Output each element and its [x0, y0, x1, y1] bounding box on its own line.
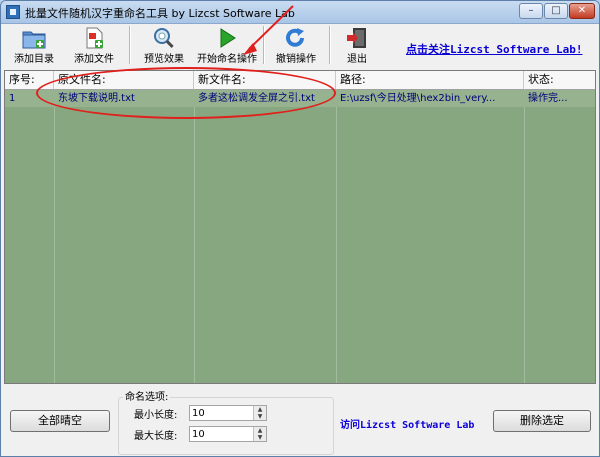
bottom-panel: 全部晴空 命名选项: 最小长度: ▲ ▼ 最大长度: ▲ ▼ 访问Lizcst … [1, 384, 599, 456]
cell-path: E:\uzsf\今日处理\hex2bin_very... [340, 93, 496, 104]
min-length-input[interactable] [192, 406, 252, 420]
delete-selected-button[interactable]: 删除选定 [493, 410, 591, 432]
annotation-highlight-oval [36, 67, 336, 119]
column-header-path[interactable]: 路径: [336, 71, 524, 89]
max-length-label: 最大长度: [134, 431, 178, 442]
naming-options-title: 命名选项: [123, 388, 171, 403]
grid-divider [524, 89, 525, 383]
max-length-stepper[interactable]: ▲ ▼ [189, 426, 267, 442]
spin-up-icon[interactable]: ▲ [253, 427, 266, 434]
min-length-stepper[interactable]: ▲ ▼ [189, 405, 267, 421]
min-length-label: 最小长度: [134, 410, 178, 421]
follow-lab-link[interactable]: 点击关注Lizcst Software Lab! [406, 41, 582, 57]
max-length-input[interactable] [192, 427, 252, 441]
spin-down-icon[interactable]: ▼ [253, 413, 266, 420]
close-button[interactable]: ✕ [569, 3, 595, 19]
visit-lab-link[interactable]: 访问Lizcst Software Lab [340, 416, 474, 431]
spin-up-icon[interactable]: ▲ [253, 406, 266, 413]
clear-all-button[interactable]: 全部晴空 [10, 410, 110, 432]
grid-divider [194, 89, 195, 383]
minimize-button[interactable]: – [519, 3, 543, 19]
cell-status: 操作完... [528, 93, 568, 104]
file-list-grid[interactable]: 序号: 原文件名: 新文件名: 路径: 状态: 1 东坡下载说明.txt 多者这… [4, 70, 596, 384]
annotation-arrow [243, 5, 294, 55]
maximize-button[interactable]: □ [544, 3, 568, 19]
column-header-status[interactable]: 状态: [524, 71, 595, 89]
spin-down-icon[interactable]: ▼ [253, 434, 266, 441]
exit-door-icon [347, 28, 366, 48]
grid-divider [336, 89, 337, 383]
app-window: 批量文件随机汉字重命名工具 by Lizcst Software Lab – □… [0, 0, 600, 457]
grid-divider [54, 89, 55, 383]
toolbar-separator [329, 26, 331, 64]
exit-label: 退出 [347, 54, 367, 65]
exit-button[interactable]: 退出 [337, 24, 377, 66]
